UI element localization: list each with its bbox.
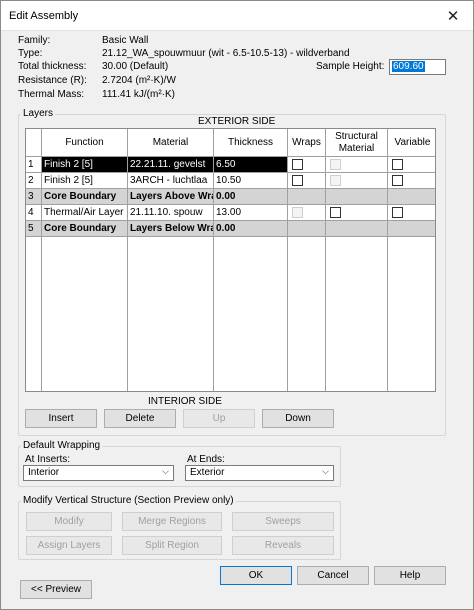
close-icon[interactable]: ✕ [433,1,473,31]
variable-cell [388,205,435,221]
family-label: Family: [18,35,51,46]
assign-layers-button[interactable]: Assign Layers [26,536,112,555]
row-number-cell: 4 [26,205,42,221]
cancel-button[interactable]: Cancel [297,566,369,585]
insert-button[interactable]: Insert [25,409,97,428]
sample-height-input[interactable]: 609.60 [389,59,446,75]
preview-button[interactable]: << Preview [20,580,92,599]
window-title: Edit Assembly [9,10,79,22]
row-number-cell: 1 [26,157,42,173]
ok-button[interactable]: OK [220,566,292,585]
function-cell[interactable]: Finish 2 [5] [42,173,128,189]
variable-cell [388,157,435,173]
chevron-down-icon: ⌵ [322,466,329,476]
checkbox[interactable] [292,159,303,170]
thermal-mass-value: 111.41 kJ/(m²·K) [102,89,175,100]
at-inserts-value: Interior [28,467,60,478]
sample-height-label: Sample Height: [316,61,385,72]
material-cell[interactable]: 22.21.11. gevelst [128,157,214,173]
checkbox[interactable] [330,175,341,186]
variable-header: Variable [388,129,435,157]
reveals-button[interactable]: Reveals [232,536,334,555]
modify-vertical-label: Modify Vertical Structure (Section Previ… [21,495,236,506]
function-cell[interactable]: Core Boundary [42,189,128,205]
variable-cell [388,173,435,189]
checkbox[interactable] [292,207,303,218]
type-value: 21.12_WA_spouwmuur (wit - 6.5-10.5-13) -… [102,48,350,59]
wraps-cell [288,205,326,221]
at-ends-select[interactable]: Exterior ⌵ [185,465,334,481]
wraps-cell [288,189,326,205]
checkbox[interactable] [392,175,403,186]
exterior-side-label: EXTERIOR SIDE [198,116,276,127]
function-cell[interactable]: Finish 2 [5] [42,157,128,173]
thickness-cell[interactable]: 0.00 [214,221,288,237]
resistance-label: Resistance (R): [18,75,87,86]
thermal-mass-label: Thermal Mass: [18,89,85,100]
at-ends-value: Exterior [190,467,225,478]
material-cell[interactable]: Layers Below Wra [128,221,214,237]
type-label: Type: [18,48,43,59]
sweeps-button[interactable]: Sweeps [232,512,334,531]
function-header: Function [42,129,128,157]
split-region-button[interactable]: Split Region [122,536,222,555]
interior-side-label: INTERIOR SIDE [148,396,222,407]
at-ends-label: At Ends: [187,454,225,465]
material-cell[interactable]: 3ARCH - luchtlaa [128,173,214,189]
thickness-header: Thickness [214,129,288,157]
thickness-cell[interactable]: 10.50 [214,173,288,189]
checkbox[interactable] [330,159,341,170]
sample-height-value: 609.60 [392,61,425,72]
wraps-cell [288,221,326,237]
thickness-cell[interactable]: 13.00 [214,205,288,221]
merge-regions-button[interactable]: Merge Regions [122,512,222,531]
checkbox[interactable] [392,207,403,218]
family-value: Basic Wall [102,35,149,46]
at-inserts-select[interactable]: Interior ⌵ [23,465,174,481]
move-up-button[interactable]: Up [183,409,255,428]
thickness-cell[interactable]: 0.00 [214,189,288,205]
row-number-cell: 2 [26,173,42,189]
modify-button[interactable]: Modify [26,512,112,531]
default-wrapping-label: Default Wrapping [21,440,103,451]
function-cell[interactable]: Core Boundary [42,221,128,237]
resistance-value: 2.7204 (m²·K)/W [102,75,176,86]
checkbox[interactable] [292,175,303,186]
function-cell[interactable]: Thermal/Air Layer [ [42,205,128,221]
edit-assembly-dialog: Edit Assembly ✕ Family: Basic Wall Type:… [0,0,474,610]
wraps-header: Wraps [288,129,326,157]
variable-cell [388,189,435,205]
at-inserts-label: At Inserts: [25,454,71,465]
thickness-cell[interactable]: 6.50 [214,157,288,173]
row-number-cell: 3 [26,189,42,205]
title-bar: Edit Assembly ✕ [1,1,473,31]
row-number-header [26,129,42,157]
variable-cell [388,221,435,237]
row-number-cell: 5 [26,221,42,237]
help-button[interactable]: Help [374,566,446,585]
material-cell[interactable]: Layers Above Wra [128,189,214,205]
total-thickness-value: 30.00 (Default) [102,61,169,72]
wraps-cell [288,173,326,189]
checkbox[interactable] [330,207,341,218]
structural-material-cell [326,173,388,189]
delete-button[interactable]: Delete [104,409,176,428]
layers-group-label: Layers [21,108,56,119]
wraps-cell [288,157,326,173]
structural-material-cell [326,189,388,205]
total-thickness-label: Total thickness: [18,61,87,72]
structural-material-header: Structural Material [326,129,388,157]
structural-material-cell [326,221,388,237]
layers-table: Function Material Thickness Wraps Struct… [25,128,436,392]
structural-material-cell [326,157,388,173]
chevron-down-icon: ⌵ [162,466,169,476]
checkbox[interactable] [392,159,403,170]
material-header: Material [128,129,214,157]
move-down-button[interactable]: Down [262,409,334,428]
structural-material-cell [326,205,388,221]
material-cell[interactable]: 21.11.10. spouw [128,205,214,221]
